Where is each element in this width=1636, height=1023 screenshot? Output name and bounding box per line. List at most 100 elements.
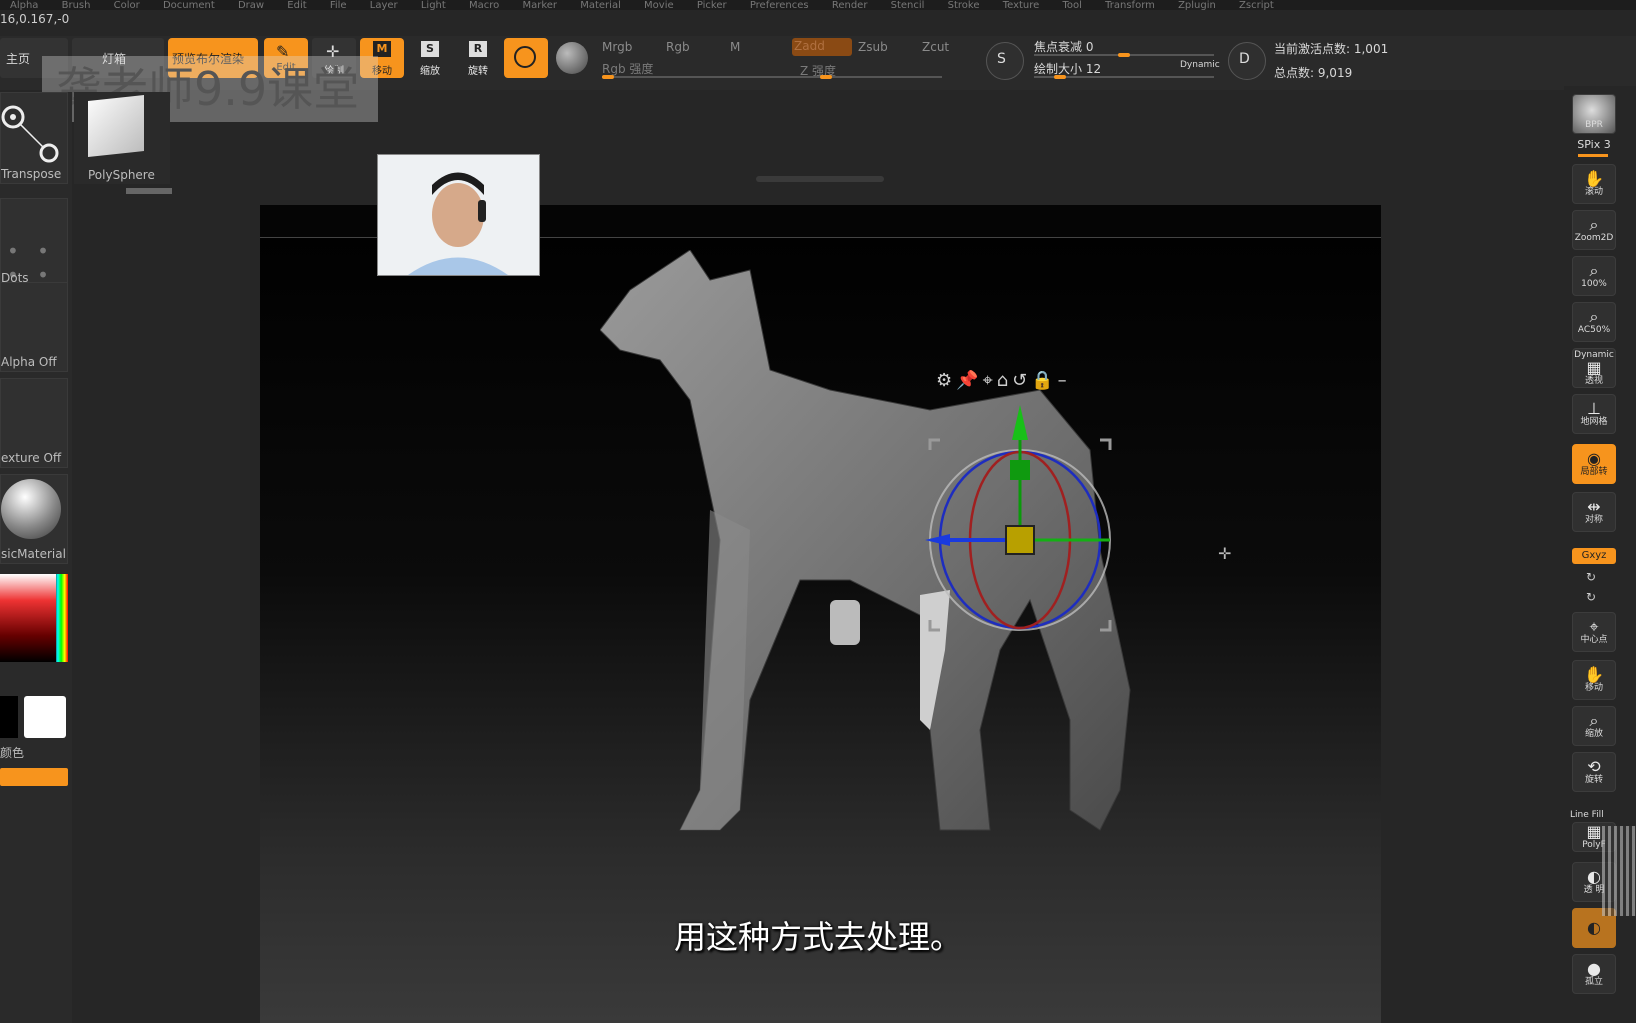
location-pin-icon[interactable]: ⌖ — [983, 370, 997, 391]
menu-item[interactable]: Draw — [238, 1, 264, 11]
zoom2d-button[interactable]: ⌕ Zoom2D — [1572, 210, 1616, 250]
material-tile[interactable]: sicMaterial — [0, 474, 68, 564]
center-button[interactable]: ⌖ 中心点 — [1572, 612, 1616, 652]
local-rotate-button[interactable]: ◉ 局部转 — [1572, 444, 1616, 484]
polysphere-tile[interactable]: PolySphere — [74, 92, 170, 184]
zoom-label: 缩放 — [1584, 729, 1603, 739]
color-picker-hue[interactable] — [0, 574, 68, 662]
texture-tile[interactable]: exture Off — [0, 378, 68, 468]
ac50-label: AC50% — [1577, 325, 1611, 335]
y-rotate-icon[interactable]: ↻ — [1586, 570, 1596, 584]
color-picker-square[interactable] — [0, 574, 56, 662]
menu-item[interactable]: Macro — [469, 1, 499, 11]
home-icon[interactable]: ⌂ — [997, 370, 1012, 391]
lock-icon[interactable]: 🔒 — [1031, 370, 1057, 391]
rgb-intensity-knob[interactable] — [602, 75, 614, 79]
gizmo-toggle-button[interactable] — [504, 38, 548, 78]
zadd-button[interactable]: Zadd — [792, 38, 852, 56]
color-fill-button[interactable] — [0, 768, 68, 786]
menu-item[interactable]: Document — [163, 1, 215, 11]
ghost-icon: ◐ — [1587, 867, 1601, 886]
gear-icon[interactable]: ⚙ — [936, 370, 956, 391]
gizmo-y-arrow[interactable] — [1012, 405, 1028, 440]
transpose-gizmo[interactable] — [910, 400, 1130, 640]
menu-item[interactable]: Color — [114, 1, 140, 11]
d-dynamic-icon[interactable]: D — [1228, 42, 1266, 80]
rotate-button[interactable]: R 旋转 — [456, 38, 500, 78]
rotate-view-button[interactable]: ⟲ 旋转 — [1572, 752, 1616, 792]
secondary-color-swatch[interactable] — [0, 696, 18, 738]
tool-scrollbar[interactable] — [126, 188, 172, 194]
hundred-label: 100% — [1581, 279, 1607, 289]
magnifier-icon: ⌕ — [1589, 215, 1599, 234]
s-draw-size-icon[interactable]: S — [986, 42, 1024, 80]
menu-item[interactable]: Alpha — [10, 1, 38, 11]
menu-item[interactable]: Render — [832, 1, 868, 11]
viewport-collapse-handle[interactable] — [756, 176, 884, 182]
m-button[interactable]: M — [730, 40, 740, 54]
transpose-tile[interactable]: Transpose — [0, 92, 68, 184]
gizmo-toolbar[interactable]: ⚙📌⌖⌂↺🔒– — [936, 370, 1071, 391]
menu-item[interactable]: File — [330, 1, 347, 11]
gizmo-center-handle[interactable] — [1005, 525, 1035, 555]
perspective-button[interactable]: Dynamic ▦ 透视 — [1572, 348, 1616, 388]
ac50-button[interactable]: ⌕ AC50% — [1572, 302, 1616, 342]
reset-icon[interactable]: ↺ — [1012, 370, 1031, 391]
move-view-button[interactable]: ✋ 移动 — [1572, 660, 1616, 700]
solo-button[interactable]: ● 孤立 — [1572, 954, 1616, 994]
focal-shift-knob[interactable] — [1118, 53, 1130, 57]
dots-stroke-tile[interactable]: • • • • Dots — [0, 198, 68, 288]
floor-button[interactable]: ⊥ 地网格 — [1572, 394, 1616, 434]
dynamic-toggle[interactable]: Dynamic — [1180, 60, 1220, 70]
primary-color-swatch[interactable] — [24, 696, 66, 738]
pin-icon[interactable]: 📌 — [956, 370, 982, 391]
z-intensity-slider[interactable] — [792, 76, 942, 78]
rgb-button[interactable]: Rgb — [666, 40, 690, 54]
menu-item[interactable]: Texture — [1003, 1, 1040, 11]
local-label: 局部转 — [1580, 467, 1608, 477]
menu-item[interactable]: Zplugin — [1178, 1, 1216, 11]
gizmo-y-scale-handle[interactable] — [1010, 460, 1030, 480]
draw-size-knob[interactable] — [1054, 75, 1067, 79]
menu-item[interactable]: Stroke — [948, 1, 980, 11]
z-intensity-knob[interactable] — [819, 75, 832, 79]
grid-icon: ▦ — [1586, 822, 1602, 841]
spix-label[interactable]: SPix 3 — [1572, 138, 1616, 151]
menu-item[interactable]: Brush — [62, 1, 91, 11]
rgb-intensity-slider[interactable] — [602, 76, 792, 78]
alpha-tile[interactable]: Alpha Off — [0, 282, 68, 372]
zoom-view-button[interactable]: ⌕ 缩放 — [1572, 706, 1616, 746]
gizmo-z-arrow[interactable] — [925, 534, 950, 546]
collapse-icon[interactable]: – — [1058, 370, 1071, 391]
menu-item[interactable]: Tool — [1063, 1, 1082, 11]
mrgb-button[interactable]: Mrgb — [602, 40, 632, 54]
menu-item[interactable]: Light — [421, 1, 446, 11]
z-rotate-icon[interactable]: ↻ — [1586, 590, 1596, 604]
symmetry-button[interactable]: ⇹ 对称 — [1572, 492, 1616, 532]
actual-size-button[interactable]: ⌕ 100% — [1572, 256, 1616, 296]
scale-icon: S — [421, 41, 439, 57]
menu-item[interactable]: Movie — [644, 1, 674, 11]
bpr-button[interactable]: BPR — [1572, 94, 1616, 134]
menu-item[interactable]: Preferences — [750, 1, 809, 11]
scroll-label: 滚动 — [1584, 187, 1603, 197]
zsub-button[interactable]: Zsub — [858, 40, 888, 54]
material-sphere-icon[interactable] — [556, 42, 588, 74]
spix-slider[interactable] — [1578, 154, 1608, 157]
xyz-toggle[interactable]: Gxyz — [1572, 548, 1616, 564]
top-menu-bar[interactable]: Alpha Brush Color Document Draw Edit Fil… — [0, 0, 1636, 10]
scale-button[interactable]: S 缩放 — [408, 38, 452, 78]
d-letter-icon: D — [1239, 51, 1250, 67]
menu-item[interactable]: Edit — [287, 1, 306, 11]
cube-thumbnail-icon — [88, 95, 144, 157]
scroll-button[interactable]: ✋ 滚动 — [1572, 164, 1616, 204]
center-label: 中心点 — [1580, 635, 1608, 645]
menu-item[interactable]: Marker — [522, 1, 557, 11]
menu-item[interactable]: Zscript — [1239, 1, 1274, 11]
menu-item[interactable]: Stencil — [891, 1, 925, 11]
menu-item[interactable]: Picker — [697, 1, 727, 11]
zcut-button[interactable]: Zcut — [922, 40, 949, 54]
menu-item[interactable]: Layer — [370, 1, 398, 11]
menu-item[interactable]: Transform — [1105, 1, 1155, 11]
menu-item[interactable]: Material — [580, 1, 621, 11]
